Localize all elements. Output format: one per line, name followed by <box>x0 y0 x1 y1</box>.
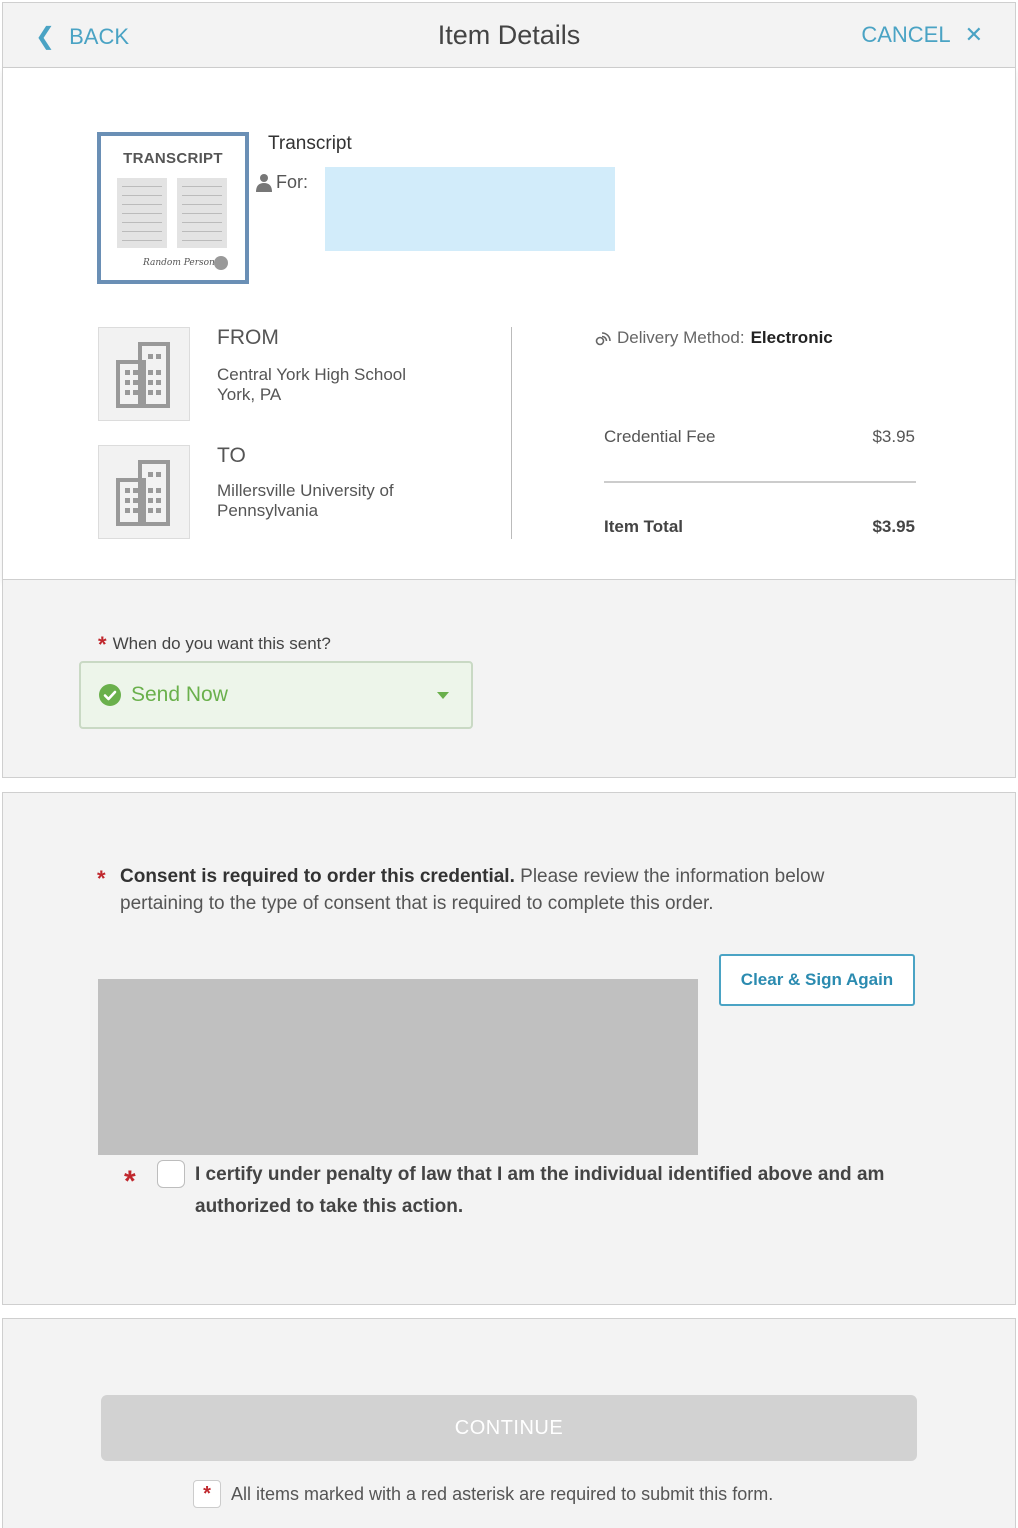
signature-pad[interactable] <box>98 979 698 1155</box>
credential-name: Transcript <box>268 133 352 154</box>
clear-sign-again-button[interactable]: Clear & Sign Again <box>719 954 915 1006</box>
for-label: For: <box>276 172 309 192</box>
send-timing-select[interactable]: Send Now <box>79 661 473 729</box>
for-line: For: <box>256 172 308 193</box>
required-asterisk-icon: * <box>98 632 107 657</box>
cancel-label: CANCEL <box>861 22 951 47</box>
caret-down-icon <box>437 691 449 699</box>
required-asterisk-icon: * <box>97 866 106 891</box>
send-timing-value: Send Now <box>131 683 228 706</box>
total-label: Item Total <box>604 517 684 536</box>
column-divider <box>511 327 512 539</box>
fee-label: Credential Fee <box>604 427 716 446</box>
thumbnail-title: TRANSCRIPT <box>123 150 223 167</box>
item-total-row: Item Total $3.95 <box>604 517 915 537</box>
building-icon <box>116 460 170 526</box>
to-label: TO <box>217 444 246 467</box>
check-circle-icon <box>99 684 121 706</box>
transcript-thumbnail: TRANSCRIPT Random Person <box>97 132 249 284</box>
from-building-tile <box>98 327 190 421</box>
total-value: $3.95 <box>872 517 915 536</box>
seal-icon <box>214 256 228 270</box>
required-asterisk-icon: * <box>124 1165 136 1198</box>
to-building-tile <box>98 445 190 539</box>
cancel-button[interactable]: CANCEL ✕ <box>861 22 983 48</box>
send-timing-label: * When do you want this sent? <box>98 632 331 658</box>
send-timing-section: * When do you want this sent? Send Now <box>2 580 1016 778</box>
electronic-delivery-icon <box>595 332 611 346</box>
recipient-name-field <box>325 167 615 251</box>
credential-fee-row: Credential Fee $3.95 <box>604 427 915 447</box>
from-label: FROM <box>217 326 279 349</box>
delivery-value: Electronic <box>750 328 833 347</box>
header-bar: ❮ BACK Item Details CANCEL ✕ <box>2 2 1016 68</box>
continue-section: CONTINUE * All items marked with a red a… <box>2 1318 1016 1528</box>
fee-divider <box>604 481 916 483</box>
consent-section: * Consent is required to order this cred… <box>2 792 1016 1305</box>
consent-bold: Consent is required to order this creden… <box>120 866 515 887</box>
document-page-icon <box>177 178 227 248</box>
required-asterisk-icon: * <box>193 1480 221 1508</box>
to-name: Millersville University of <box>217 481 394 500</box>
certify-checkbox[interactable] <box>157 1160 185 1188</box>
document-page-icon <box>117 178 167 248</box>
close-icon: ✕ <box>964 22 983 47</box>
consent-message: * Consent is required to order this cred… <box>97 863 857 917</box>
person-icon <box>256 173 272 192</box>
fee-value: $3.95 <box>872 427 915 446</box>
from-name: Central York High School <box>217 365 407 384</box>
to-name-continued: Pennsylvania <box>217 501 319 520</box>
certify-label: I certify under penalty of law that I am… <box>195 1164 885 1217</box>
required-footnote: * All items marked with a red asterisk a… <box>193 1480 773 1508</box>
delivery-label: Delivery Method: <box>617 328 745 347</box>
delivery-method: Delivery Method: Electronic <box>595 328 833 348</box>
required-note-text: All items marked with a red asterisk are… <box>231 1483 774 1504</box>
from-location: York, PA <box>217 385 282 404</box>
building-icon <box>116 342 170 408</box>
send-timing-question: When do you want this sent? <box>112 634 331 653</box>
thumbnail-signature: Random Person <box>143 258 215 268</box>
continue-button[interactable]: CONTINUE <box>101 1395 917 1461</box>
